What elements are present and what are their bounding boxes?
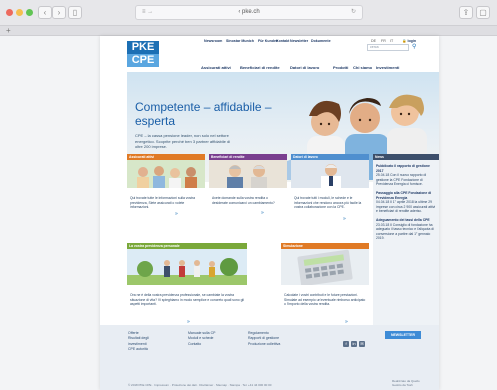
news-item[interactable]: Pubblicato il rapporto di gestione 2017 … — [376, 164, 436, 187]
news-item-text: 23.03.18 Il Consiglio di fondazione ha a… — [376, 222, 434, 241]
news-item-text: 25.04.18 Con il nuovo rapporto di gestio… — [376, 173, 427, 187]
zoom-window-button[interactable] — [26, 9, 33, 16]
web-page: Newsroom Sinostar Munich Für Kunden Kont… — [100, 36, 439, 390]
reader-icon[interactable]: ≡ → — [142, 6, 153, 19]
footer-col-2: Manuale sulla CP Moduli e schede Contatt… — [188, 331, 215, 347]
card-text: Qui trovate tutte le informazioni sulla … — [130, 196, 196, 210]
news-item-text: 04.04.18 Il 1° aprile 2018 la ultime 29 … — [376, 200, 436, 214]
forward-icon[interactable]: › — [52, 6, 66, 19]
card-image — [209, 160, 287, 188]
card-simulazione[interactable]: Simulazione Calcolate i vostri contribut… — [281, 243, 369, 325]
footer-link[interactable]: CPE autorità — [128, 347, 149, 352]
mail-icon[interactable]: ✉ — [359, 341, 365, 347]
close-window-button[interactable] — [6, 9, 13, 16]
lang-de[interactable]: DE — [371, 39, 376, 43]
news-item-title: Adeguamento dei tassi della CPE — [376, 217, 430, 222]
card-more-link[interactable]: » — [343, 216, 346, 222]
newsletter-button[interactable]: NEWSLETTER — [385, 331, 421, 339]
main-nav: Assicurati attivi Beneficiari di rendite… — [100, 63, 439, 72]
share-icon[interactable]: ⇪ — [459, 6, 473, 19]
facebook-icon[interactable]: f — [343, 341, 349, 347]
browser-toolbar: ‹ › ▯ ≡ → ‹ pke.ch ↻ ⇪ ▢ — [0, 0, 497, 26]
card-previdenza[interactable]: La vostra previdenza personale Ora ne è … — [127, 243, 247, 325]
news-item-title: Passaggio alla CPE Fondazione di Previde… — [376, 190, 432, 200]
search-icon[interactable]: ⚲ — [412, 44, 416, 51]
nav-chi-siamo[interactable]: Chi siamo — [353, 65, 372, 70]
card-datori[interactable]: Datori di lavoro Qui trovate tutti i mod… — [291, 154, 369, 222]
login-link[interactable]: 🔒 login — [402, 39, 416, 43]
card-image — [291, 160, 369, 188]
search-input[interactable]: cerca — [367, 44, 409, 51]
address-bar[interactable]: ≡ → ‹ pke.ch ↻ — [135, 5, 363, 20]
card-text: Avete domande sulla vostra rendita o des… — [212, 196, 275, 205]
news-item-title: Pubblicato il rapporto di gestione 2017 — [376, 164, 430, 173]
minimize-window-button[interactable] — [16, 9, 23, 16]
card-more-link[interactable]: » — [175, 211, 178, 217]
social-links: f in ✉ — [343, 332, 367, 350]
nav-assicurati-attivi[interactable]: Assicurati attivi — [201, 65, 231, 70]
calculator-image — [281, 249, 369, 287]
logo-line1: PKE — [127, 41, 159, 54]
lang-fr[interactable]: FR — [381, 39, 386, 43]
nav-datori-lavoro[interactable]: Datori di lavoro — [290, 65, 319, 70]
hero-text: CPE – la cassa pensione leader, non solo… — [135, 133, 231, 149]
topnav-link-sinostar[interactable]: Sinostar Munich — [226, 39, 254, 43]
hero-title: Competente – affidabile – esperta — [135, 100, 272, 128]
card-beneficiari[interactable]: Beneficiari di rendite Avete domande sul… — [209, 154, 287, 216]
nav-prodotti[interactable]: Prodotti — [333, 65, 348, 70]
topnav-link-kontakt[interactable]: Kontakt — [276, 39, 289, 43]
topnav-link-newsroom[interactable]: Newsroom — [204, 39, 222, 43]
card-text: Ora ne è della vostra previdenza profess… — [130, 293, 244, 307]
news-header: News — [373, 154, 439, 160]
lang-it[interactable]: IT — [390, 39, 393, 43]
linkedin-icon[interactable]: in — [351, 341, 357, 347]
card-more-link[interactable]: » — [261, 210, 264, 216]
footer-credit: Realizzato da Quello Gestito da Tosh — [392, 379, 420, 387]
footer-col-1: Offerte Risultati degli investimenti CPE… — [128, 331, 149, 353]
topnav-link-dokumente[interactable]: Dokumente — [311, 39, 331, 43]
card-image — [127, 160, 205, 188]
site-footer: Offerte Risultati degli investimenti CPE… — [100, 325, 439, 390]
news-item[interactable]: Passaggio alla CPE Fondazione di Previde… — [376, 191, 436, 214]
nav-beneficiari[interactable]: Beneficiari di rendite — [240, 65, 280, 70]
sidebar-icon[interactable]: ▯ — [68, 6, 82, 19]
card-text: Calcolate i vostri contributi e le futur… — [284, 293, 366, 307]
nav-investimenti[interactable]: Investimenti — [376, 65, 399, 70]
footer-col-3: Regolamento Rapporti di gestione Produzi… — [248, 331, 280, 347]
card-image — [127, 249, 247, 285]
topnav-link-newsletter[interactable]: Newsletter — [290, 39, 308, 43]
card-assicurati[interactable]: Assicurati attivi Qui trovate tutte le i… — [127, 154, 205, 217]
copyright-bar: © 2018 PKE CPE · Impressum · Protezione … — [128, 383, 272, 387]
back-icon[interactable]: ‹ — [38, 6, 52, 19]
footer-link[interactable]: Contatto — [188, 342, 215, 347]
new-tab-icon[interactable]: + — [6, 26, 11, 35]
tabs-overview-icon[interactable]: ▢ — [476, 6, 490, 19]
card-text: Qui trovate tutti i moduli, le schede e … — [294, 196, 362, 210]
news-item[interactable]: Adeguamento dei tassi della CPE 23.03.18… — [376, 218, 436, 241]
footer-link[interactable]: Produzione collettiva — [248, 342, 280, 347]
url-text: ‹ pke.ch — [238, 9, 260, 15]
reload-icon[interactable]: ↻ — [351, 6, 356, 19]
tab-bar: + — [0, 26, 497, 36]
